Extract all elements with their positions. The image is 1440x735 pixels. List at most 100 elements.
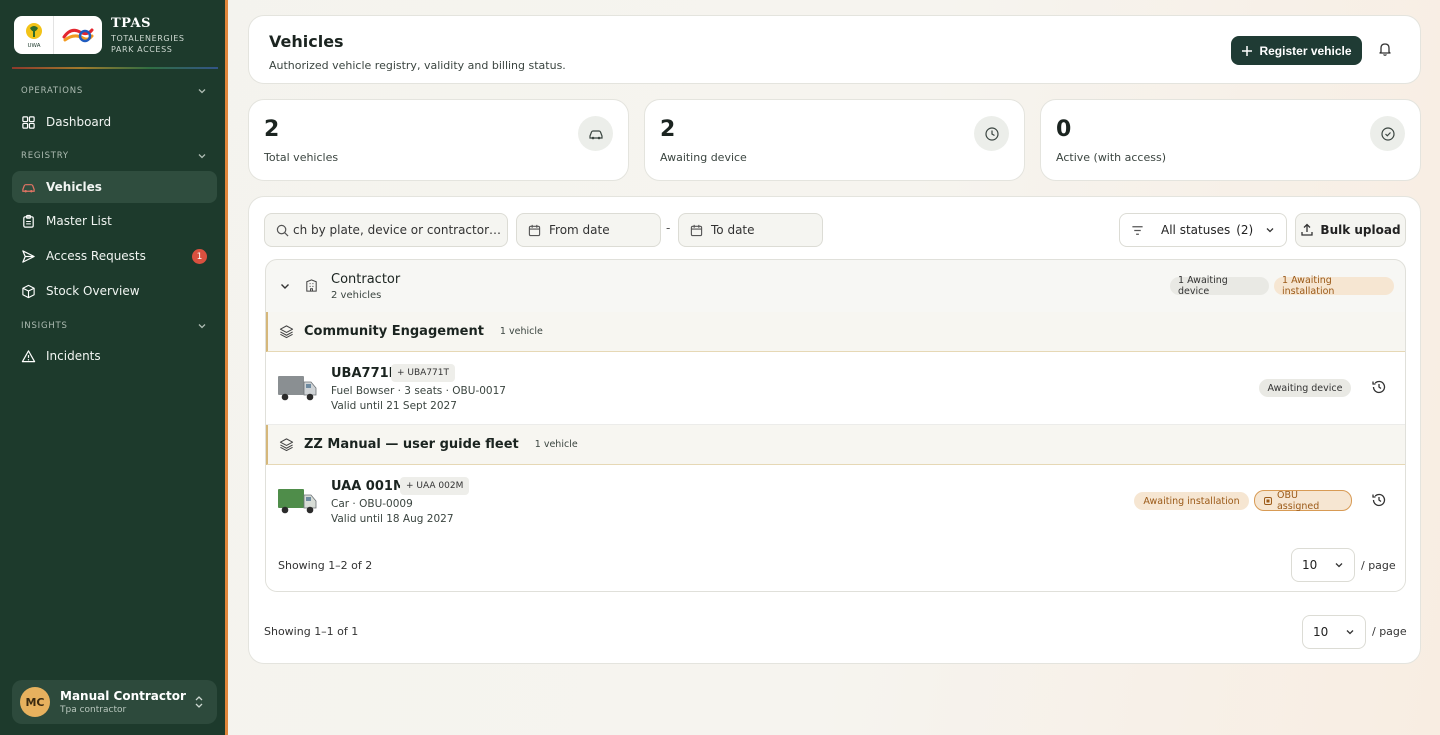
calendar-icon bbox=[690, 224, 703, 236]
stat-icon-wrap bbox=[578, 116, 613, 151]
stat-label: Active (with access) bbox=[1056, 151, 1167, 164]
date-range-dash: - bbox=[666, 221, 671, 235]
warning-icon bbox=[21, 349, 36, 362]
per-page-label: / page bbox=[1372, 625, 1407, 638]
sidebar: UWA TPAS TOTALENERGIES PARK ACCESS OPERA… bbox=[0, 0, 228, 735]
calendar-icon bbox=[528, 224, 541, 236]
subgroup-title: ZZ Manual — user guide fleet bbox=[304, 437, 519, 452]
sidebar-item-label: Incidents bbox=[46, 349, 101, 363]
truck-icon bbox=[278, 489, 317, 514]
brand-logos[interactable]: UWA bbox=[14, 16, 102, 54]
status-filter-label: All statuses bbox=[1161, 223, 1231, 237]
vehicle-validity: Valid until 18 Aug 2027 bbox=[331, 513, 454, 525]
status-filter-select[interactable]: All statuses (2) bbox=[1119, 213, 1287, 247]
from-date-input[interactable]: From date bbox=[516, 213, 661, 247]
per-page-value: 10 bbox=[1302, 558, 1318, 572]
bulk-upload-button[interactable]: Bulk upload bbox=[1295, 213, 1406, 247]
car-icon bbox=[22, 183, 35, 192]
chevron-down-icon bbox=[1335, 563, 1343, 568]
bell-icon[interactable] bbox=[1377, 41, 1393, 57]
sidebar-item-label: Master List bbox=[46, 214, 112, 228]
search-input[interactable]: ch by plate, device or contractor… bbox=[264, 213, 508, 247]
vehicle-validity: Valid until 21 Sept 2027 bbox=[331, 400, 457, 412]
page-header: Vehicles Authorized vehicle registry, va… bbox=[248, 15, 1421, 84]
list-showing-text: Showing 1–1 of 1 bbox=[264, 625, 359, 638]
clock-icon bbox=[984, 126, 999, 141]
table-row[interactable]: UAA 001M + UAA 002M Car · OBU-0009 Valid… bbox=[266, 465, 1405, 538]
from-date-placeholder: From date bbox=[549, 223, 610, 237]
sidebar-item-label: Stock Overview bbox=[46, 284, 140, 298]
uwa-logo-icon: UWA bbox=[14, 16, 54, 54]
group-title: Contractor bbox=[331, 272, 401, 287]
status-badge-awaiting-installation: 1 Awaiting installation bbox=[1274, 275, 1394, 297]
page-subtitle: Authorized vehicle registry, validity an… bbox=[269, 59, 566, 72]
user-name: Manual Contractor bbox=[60, 689, 186, 703]
chevron-down-icon bbox=[198, 154, 206, 159]
to-date-input[interactable]: To date bbox=[678, 213, 823, 247]
sidebar-item-vehicles[interactable]: Vehicles bbox=[12, 171, 217, 203]
section-registry[interactable]: REGISTRY bbox=[21, 151, 207, 161]
sidebar-item-label: Vehicles bbox=[46, 180, 102, 194]
group-showing-text: Showing 1–2 of 2 bbox=[278, 559, 373, 572]
search-placeholder: ch by plate, device or contractor… bbox=[293, 223, 502, 237]
subgroup-count: 1 vehicle bbox=[499, 326, 543, 337]
chevron-down-icon[interactable] bbox=[279, 280, 291, 292]
status-badge-awaiting-device: 1 Awaiting device bbox=[1170, 275, 1269, 297]
group-pagination: Showing 1–2 of 2 10 / page bbox=[266, 534, 1405, 591]
check-circle-icon bbox=[1380, 126, 1395, 141]
bulk-upload-label: Bulk upload bbox=[1320, 223, 1401, 237]
upload-icon bbox=[1301, 223, 1314, 236]
sidebar-item-stock-overview[interactable]: Stock Overview bbox=[12, 275, 217, 307]
obu-assigned-label: OBU assigned bbox=[1276, 489, 1320, 512]
layers-icon bbox=[279, 325, 294, 339]
layers-icon bbox=[279, 438, 294, 452]
per-page-value: 10 bbox=[1313, 625, 1329, 639]
search-icon bbox=[276, 224, 289, 236]
history-icon[interactable] bbox=[1371, 379, 1387, 395]
stat-awaiting-device: 2 Awaiting device bbox=[644, 99, 1025, 181]
register-vehicle-button[interactable]: Register vehicle bbox=[1231, 36, 1362, 65]
plus-icon bbox=[1242, 45, 1253, 56]
clipboard-icon bbox=[23, 214, 34, 228]
section-label: INSIGHTS bbox=[21, 321, 68, 331]
stat-icon-wrap bbox=[1370, 116, 1405, 151]
status-badge: Awaiting installation bbox=[1134, 492, 1249, 510]
section-operations[interactable]: OPERATIONS bbox=[21, 86, 207, 96]
chevron-down-icon bbox=[1266, 228, 1274, 233]
chevron-down-icon bbox=[198, 89, 206, 94]
subgroup-header[interactable]: ZZ Manual — user guide fleet 1 vehicle bbox=[266, 425, 1405, 465]
subgroup-header[interactable]: Community Engagement 1 vehicle bbox=[266, 312, 1405, 352]
brand-subtitle-2: PARK ACCESS bbox=[111, 45, 173, 54]
sidebar-item-incidents[interactable]: Incidents bbox=[12, 340, 217, 372]
sidebar-item-access-requests[interactable]: Access Requests 1 bbox=[12, 240, 217, 272]
stat-label: Total vehicles bbox=[264, 151, 339, 164]
sidebar-item-dashboard[interactable]: Dashboard bbox=[12, 106, 217, 138]
user-menu[interactable]: MC Manual Contractor Tpa contractor bbox=[12, 680, 217, 724]
group-header[interactable]: Contractor 2 vehicles 1 Awaiting device … bbox=[266, 260, 1405, 312]
table-row[interactable]: UBA771K + UBA771T Fuel Bowser · 3 seats … bbox=[266, 352, 1405, 425]
status-badge: Awaiting device bbox=[1259, 379, 1351, 397]
filter-icon bbox=[1132, 225, 1143, 235]
list-per-page-select[interactable]: 10 bbox=[1302, 615, 1366, 649]
stat-total-vehicles: 2 Total vehicles bbox=[248, 99, 629, 181]
trailer-plate-tag: + UAA 002M bbox=[400, 477, 470, 495]
brand-divider bbox=[12, 67, 218, 69]
group-per-page-select[interactable]: 10 bbox=[1291, 548, 1355, 582]
building-icon bbox=[306, 279, 317, 292]
brand-text: TPAS TOTALENERGIES PARK ACCESS bbox=[111, 16, 185, 55]
svg-text:UWA: UWA bbox=[27, 43, 40, 49]
vehicle-plate: UBA771K bbox=[331, 366, 399, 381]
section-insights[interactable]: INSIGHTS bbox=[21, 321, 207, 331]
totalenergies-logo-icon bbox=[54, 16, 102, 54]
chip-icon bbox=[1263, 496, 1272, 505]
package-icon bbox=[22, 284, 35, 298]
sidebar-item-master-list[interactable]: Master List bbox=[12, 205, 217, 237]
to-date-placeholder: To date bbox=[711, 223, 755, 237]
history-icon[interactable] bbox=[1371, 492, 1387, 508]
stat-label: Awaiting device bbox=[660, 151, 747, 164]
brand-title: TPAS bbox=[111, 16, 151, 31]
obu-assigned-badge: OBU assigned bbox=[1254, 489, 1352, 512]
vehicle-meta: Car · OBU-0009 bbox=[331, 498, 413, 510]
register-vehicle-label: Register vehicle bbox=[1259, 43, 1352, 58]
car-icon bbox=[588, 129, 603, 139]
